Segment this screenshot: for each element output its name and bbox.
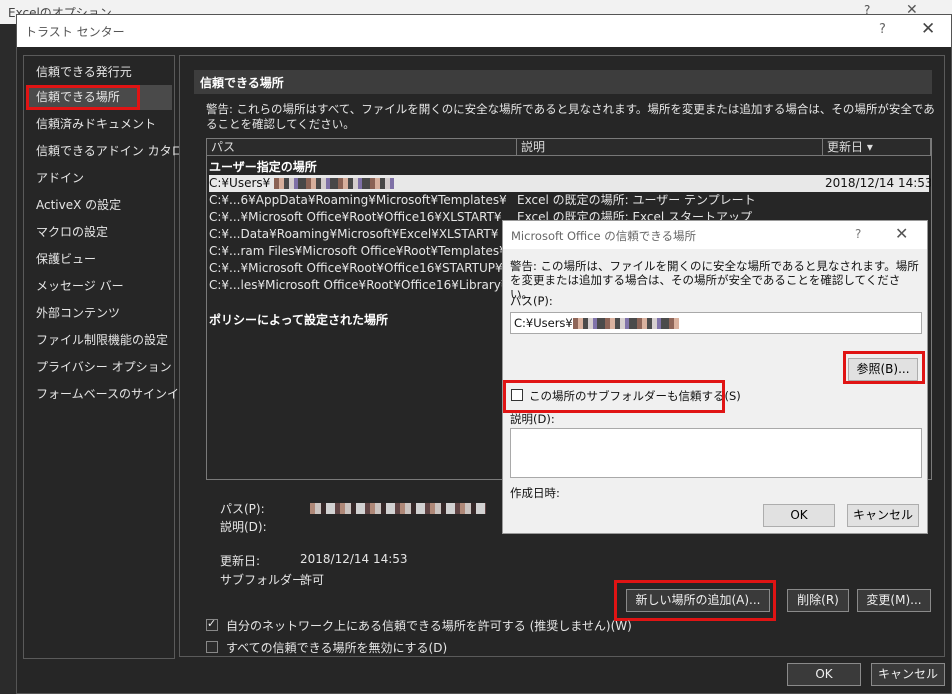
section-header: 信頼できる場所	[194, 70, 932, 94]
row-path: C:¥Users¥	[209, 175, 395, 192]
detail-subfolders-label: サブフォルダー:	[220, 573, 309, 587]
modify-button[interactable]: 変更(M)...	[857, 589, 931, 612]
group-user-locations: ユーザー指定の場所	[209, 160, 317, 174]
sidebar-item-macros[interactable]: マクロの設定	[26, 220, 172, 245]
row-path: C:¥...Data¥Roaming¥Microsoft¥Excel¥XLSTA…	[209, 227, 499, 241]
sidebar-item-file-block[interactable]: ファイル制限機能の設定	[26, 328, 172, 353]
remove-button[interactable]: 削除(R)	[787, 589, 849, 612]
highlight-box	[503, 380, 725, 413]
sidebar-item-privacy[interactable]: プライバシー オプション	[26, 355, 172, 380]
sidebar-item-addins[interactable]: アドイン	[26, 166, 172, 191]
redacted-mosaic	[310, 503, 486, 514]
sidebar-item-external-content[interactable]: 外部コンテンツ	[26, 301, 172, 326]
detail-path-label: パス(P):	[220, 502, 265, 516]
detail-subfolders-value: 許可	[300, 573, 325, 587]
detail-modified-value: 2018/12/14 14:53	[300, 552, 408, 566]
dialog-title: Microsoft Office の信頼できる場所	[511, 229, 696, 243]
window-title: トラスト センター	[25, 25, 125, 39]
sidebar: 信頼できる発行元 信頼できる場所 信頼済みドキュメント 信頼できるアドイン カタ…	[23, 55, 196, 659]
highlight-box	[614, 580, 776, 621]
redacted-mosaic	[573, 318, 679, 329]
dialog-cancel-button[interactable]: キャンセル	[847, 504, 919, 527]
trusted-location-dialog: Microsoft Office の信頼できる場所 ? ✕ 警告: この場所は、…	[502, 220, 928, 534]
detail-description-label: 説明(D):	[220, 520, 267, 534]
dialog-created-label: 作成日時:	[510, 486, 560, 500]
sidebar-item-trusted-documents[interactable]: 信頼済みドキュメント	[26, 112, 172, 137]
sidebar-item-activex[interactable]: ActiveX の設定	[26, 193, 172, 218]
description-textarea[interactable]	[510, 428, 922, 478]
sidebar-item-protected-view[interactable]: 保護ビュー	[26, 247, 172, 272]
sidebar-item-trusted-publishers[interactable]: 信頼できる発行元	[26, 60, 172, 85]
disable-all-label[interactable]: すべての信頼できる場所を無効にする(D)	[226, 639, 447, 656]
section-title: 信頼できる場所	[200, 76, 284, 90]
dialog-ok-button[interactable]: OK	[763, 504, 835, 527]
row-path: C:¥...¥Microsoft Office¥Root¥Office16¥ST…	[209, 261, 503, 275]
ok-button[interactable]: OK	[787, 663, 861, 686]
row-path: C:¥...les¥Microsoft Office¥Root¥Office16…	[209, 278, 509, 292]
row-path: C:¥...6¥AppData¥Roaming¥Microsoft¥Templa…	[209, 193, 507, 207]
help-icon[interactable]: ?	[855, 227, 861, 241]
sidebar-item-addin-catalogs[interactable]: 信頼できるアドイン カタログ	[26, 139, 196, 164]
table-row[interactable]: C:¥Users¥ 2018/12/14 14:53	[209, 175, 932, 192]
highlight-box	[26, 85, 140, 110]
column-path[interactable]: パス	[207, 139, 517, 156]
row-description: Excel の既定の場所: ユーザー テンプレート	[517, 193, 756, 207]
sidebar-item-form-signin[interactable]: フォームベースのサインイン	[26, 382, 191, 407]
dialog-titlebar: Microsoft Office の信頼できる場所 ? ✕	[503, 221, 927, 249]
table-row[interactable]: C:¥...6¥AppData¥Roaming¥Microsoft¥Templa…	[209, 192, 929, 209]
trust-center-titlebar: トラスト センター ? ✕	[17, 15, 951, 47]
column-description[interactable]: 説明	[517, 139, 823, 156]
column-modified[interactable]: 更新日 ▾	[823, 139, 931, 156]
help-icon[interactable]: ?	[879, 22, 886, 37]
allow-network-label[interactable]: 自分のネットワーク上にある信頼できる場所を許可する (推奨しません)(W)	[226, 617, 632, 634]
row-path: C:¥...ram Files¥Microsoft Office¥Root¥Te…	[209, 244, 507, 258]
row-path: C:¥...¥Microsoft Office¥Root¥Office16¥XL…	[209, 210, 502, 224]
path-input-value: C:¥Users¥	[514, 316, 573, 330]
redacted-mosaic	[274, 178, 395, 189]
highlight-box	[843, 351, 925, 384]
group-policy-locations: ポリシーによって設定された場所	[209, 313, 389, 327]
allow-network-checkbox[interactable]	[206, 617, 218, 631]
warning-text: 警告: これらの場所はすべて、ファイルを開くのに安全な場所であると見なされます。…	[206, 102, 935, 131]
close-icon[interactable]: ✕	[921, 19, 935, 39]
dialog-warning: 警告: この場所は、ファイルを開くのに安全な場所であると見なされます。場所を変更…	[510, 259, 919, 301]
disable-all-checkbox[interactable]	[206, 641, 218, 653]
path-input[interactable]: C:¥Users¥	[510, 312, 922, 334]
row-date: 2018/12/14 14:53	[825, 176, 932, 190]
dialog-path-label: パス(P):	[510, 294, 553, 308]
cancel-button[interactable]: キャンセル	[871, 663, 945, 686]
sidebar-item-message-bar[interactable]: メッセージ バー	[26, 274, 172, 299]
close-icon[interactable]: ✕	[895, 224, 908, 243]
detail-modified-label: 更新日:	[220, 554, 261, 568]
dialog-description-label: 説明(D):	[510, 412, 555, 426]
